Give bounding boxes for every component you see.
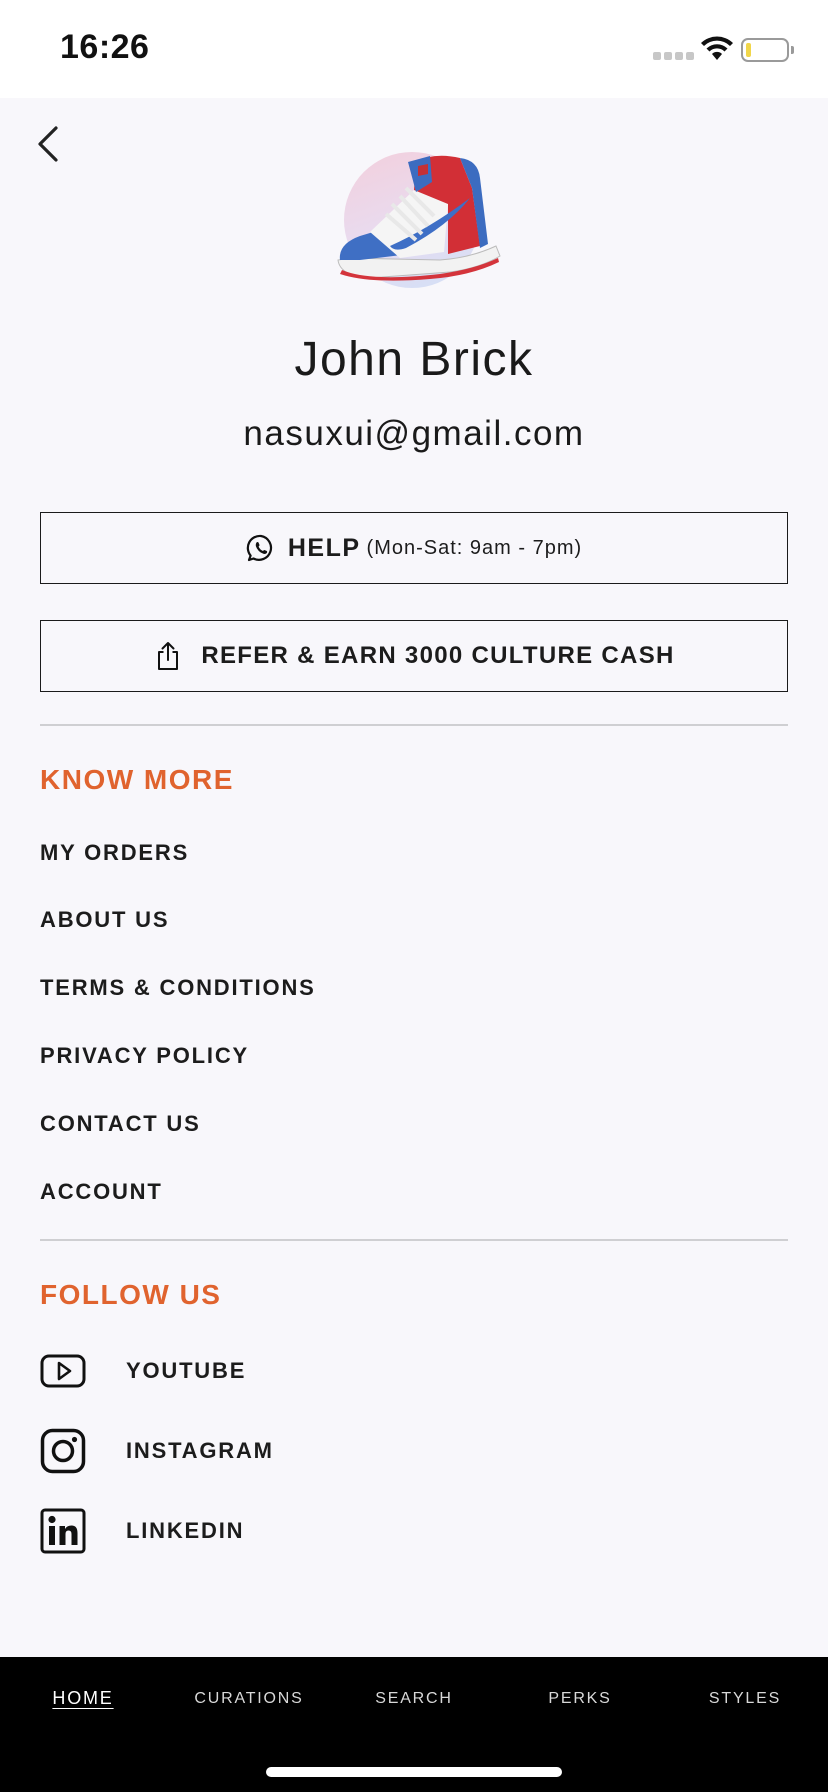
profile-email: nasuxui@gmail.com <box>243 414 585 453</box>
wifi-icon <box>701 36 733 60</box>
share-icon <box>158 642 179 670</box>
chevron-left-icon <box>38 126 58 162</box>
home-indicator[interactable] <box>266 1767 562 1777</box>
know-more-title: KNOW MORE <box>40 764 234 795</box>
menu-item-my-orders[interactable]: MY ORDERS <box>40 840 189 866</box>
profile-name: John Brick <box>294 333 534 386</box>
nav-styles[interactable]: STYLES <box>662 1690 828 1708</box>
status-time: 16:26 <box>60 28 150 66</box>
help-button[interactable]: HELP (Mon-Sat: 9am - 7pm) <box>40 512 788 584</box>
social-youtube[interactable]: YOUTUBE <box>40 1348 440 1396</box>
signal-icon <box>653 52 694 60</box>
divider <box>40 1239 788 1241</box>
social-label: YOUTUBE <box>126 1358 247 1383</box>
status-bar: 16:26 <box>0 0 828 98</box>
bottom-nav: HOME CURATIONS SEARCH PERKS STYLES <box>0 1657 828 1792</box>
refer-label: REFER & EARN 3000 CULTURE CASH <box>201 642 675 669</box>
help-hours: (Mon-Sat: 9am - 7pm) <box>366 536 583 559</box>
follow-us-title: FOLLOW US <box>40 1279 222 1310</box>
nav-home[interactable]: HOME <box>0 1688 166 1709</box>
help-label: HELP <box>287 533 361 562</box>
nav-curations[interactable]: CURATIONS <box>166 1690 332 1708</box>
social-linkedin[interactable]: LINKEDIN <box>40 1508 440 1556</box>
social-label: LINKEDIN <box>126 1518 245 1543</box>
menu-item-about-us[interactable]: ABOUT US <box>40 907 169 933</box>
divider <box>40 724 788 726</box>
battery-icon <box>741 38 794 62</box>
avatar[interactable] <box>330 148 506 298</box>
instagram-icon <box>40 1428 86 1474</box>
menu-item-account[interactable]: ACCOUNT <box>40 1179 163 1205</box>
nav-search[interactable]: SEARCH <box>331 1690 497 1708</box>
social-label: INSTAGRAM <box>126 1438 274 1463</box>
whatsapp-icon <box>246 534 272 562</box>
back-button[interactable] <box>28 118 72 170</box>
linkedin-icon <box>40 1508 86 1554</box>
nav-perks[interactable]: PERKS <box>497 1690 663 1708</box>
sneaker-icon <box>337 155 501 281</box>
social-instagram[interactable]: INSTAGRAM <box>40 1428 440 1476</box>
youtube-icon <box>40 1354 86 1388</box>
refer-earn-button[interactable]: REFER & EARN 3000 CULTURE CASH <box>40 620 788 692</box>
menu-item-terms-conditions[interactable]: TERMS & CONDITIONS <box>40 975 316 1001</box>
menu-item-contact-us[interactable]: CONTACT US <box>40 1111 201 1137</box>
menu-item-privacy-policy[interactable]: PRIVACY POLICY <box>40 1043 249 1069</box>
